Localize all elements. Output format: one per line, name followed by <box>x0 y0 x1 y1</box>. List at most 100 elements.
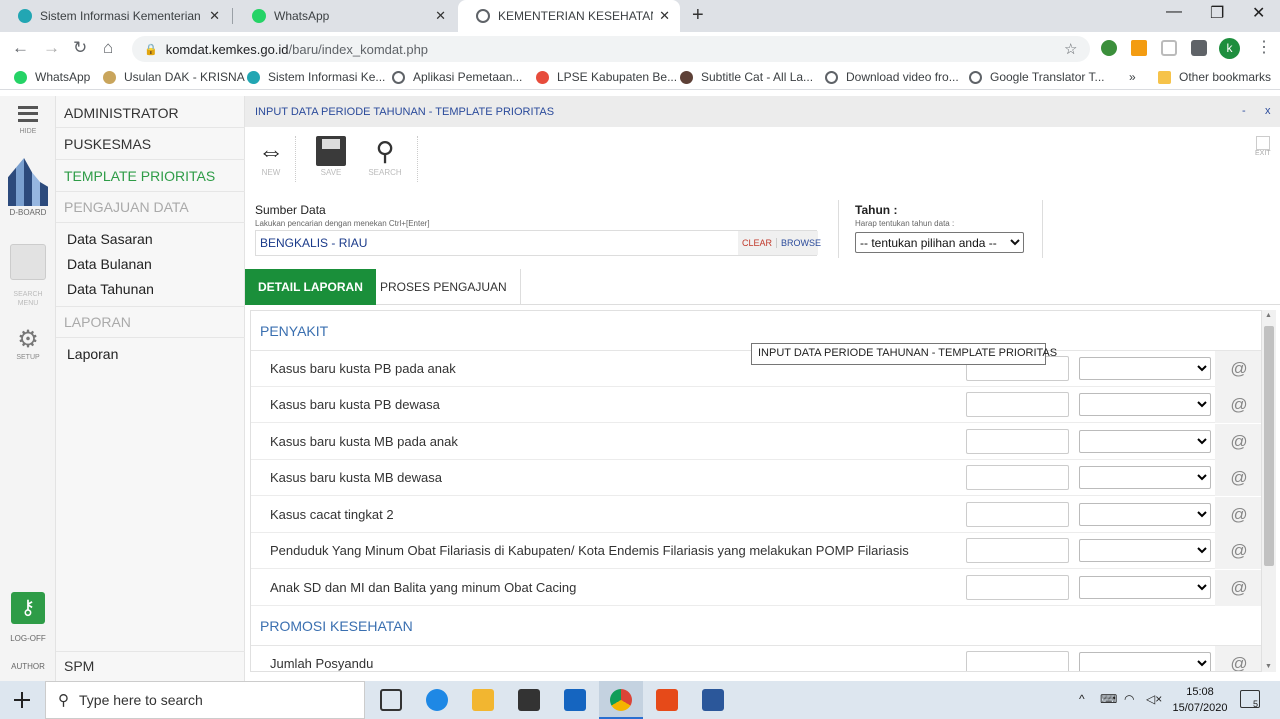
extension-audio-icon[interactable] <box>1131 40 1147 56</box>
browse-button[interactable]: BROWSE <box>776 238 825 248</box>
scroll-up-icon[interactable]: ▲ <box>1265 312 1272 319</box>
bookmark-usulan-dak[interactable]: Usulan DAK - KRISNA <box>103 70 245 84</box>
windows-start-icon[interactable] <box>14 692 30 708</box>
menu-laporan[interactable]: Laporan <box>67 346 118 362</box>
minimize-window-button[interactable]: — <box>1166 3 1182 21</box>
bookmark-lpse[interactable]: LPSE Kabupaten Be... <box>536 70 677 84</box>
status-select[interactable] <box>1079 503 1211 526</box>
status-select[interactable] <box>1079 393 1211 416</box>
at-icon[interactable]: @ <box>1215 460 1261 496</box>
at-icon[interactable]: @ <box>1215 646 1261 671</box>
store-icon[interactable] <box>518 689 540 711</box>
menu-data-bulanan[interactable]: Data Bulanan <box>67 256 152 272</box>
new-button[interactable]: ⇔ NEW <box>253 136 289 177</box>
home-icon[interactable]: ⌂ <box>103 38 113 58</box>
extension-shield-icon[interactable] <box>1161 40 1177 56</box>
menu-administrator[interactable]: ADMINISTRATOR <box>64 105 179 121</box>
value-input[interactable] <box>966 575 1069 600</box>
status-select[interactable] <box>1079 652 1211 671</box>
menu-template-prioritas[interactable]: TEMPLATE PRIORITAS <box>64 168 215 184</box>
browser-menu-icon[interactable]: ⋮ <box>1256 37 1272 57</box>
value-input[interactable] <box>966 651 1069 671</box>
save-button[interactable]: SAVE <box>313 136 349 177</box>
maximize-window-button[interactable]: ❐ <box>1210 3 1224 23</box>
status-select[interactable] <box>1079 357 1211 380</box>
tab-detail-laporan[interactable]: DETAIL LAPORAN <box>245 269 376 305</box>
profile-avatar[interactable]: k <box>1219 38 1240 59</box>
status-select[interactable] <box>1079 430 1211 453</box>
at-icon[interactable]: @ <box>1215 387 1261 423</box>
bookmark-aplikasi-pemetaan[interactable]: Aplikasi Pemetaan... <box>392 70 522 84</box>
search-menu-button[interactable]: SEARCH MENU <box>0 244 56 308</box>
status-select[interactable] <box>1079 466 1211 489</box>
at-icon[interactable]: @ <box>1215 533 1261 569</box>
task-view-icon[interactable] <box>380 689 402 711</box>
bookmark-google-translator[interactable]: Google Translator T... <box>969 70 1105 84</box>
extension-globe-icon[interactable] <box>1101 40 1117 56</box>
reload-icon[interactable]: ↻ <box>73 38 87 58</box>
scroll-down-icon[interactable]: ▼ <box>1265 663 1272 670</box>
bookmark-sistem-informasi[interactable]: Sistem Informasi Ke... <box>247 70 385 84</box>
close-tab-icon[interactable]: ✕ <box>209 8 220 24</box>
tab-proses-pengajuan[interactable]: PROSES PENGAJUAN <box>367 269 521 305</box>
close-panel-button[interactable]: x <box>1265 105 1271 117</box>
menu-data-sasaran[interactable]: Data Sasaran <box>67 231 153 247</box>
bookmark-star-icon[interactable]: ☆ <box>1064 40 1077 58</box>
close-tab-icon[interactable]: ✕ <box>435 8 446 24</box>
author-button[interactable]: AUTHOR <box>0 662 56 671</box>
value-input[interactable] <box>966 538 1069 563</box>
table-scrollbar[interactable]: ▲ ▼ <box>1262 310 1276 672</box>
status-select[interactable] <box>1079 539 1211 562</box>
more-bookmarks-button[interactable]: » <box>1129 70 1136 84</box>
menu-spm[interactable]: SPM <box>64 658 94 674</box>
tab-whatsapp[interactable]: WhatsApp ✕ <box>234 0 456 32</box>
menu-data-tahunan[interactable]: Data Tahunan <box>67 281 154 297</box>
file-explorer-icon[interactable] <box>472 689 494 711</box>
close-window-button[interactable]: ✕ <box>1252 3 1265 23</box>
tray-chevron-icon[interactable]: ^ <box>1079 692 1085 706</box>
tahun-select[interactable]: -- tentukan pilihan anda -- <box>855 232 1024 253</box>
dashboard-button[interactable]: D-BOARD <box>0 158 56 217</box>
mail-icon[interactable] <box>564 689 586 711</box>
volume-muted-icon[interactable]: ◁× <box>1146 692 1162 706</box>
minimize-panel-button[interactable]: - <box>1242 105 1246 117</box>
scrollbar-thumb[interactable] <box>1264 326 1274 566</box>
clear-button[interactable]: CLEAR <box>738 238 776 248</box>
setup-button[interactable]: ⚙ SETUP <box>0 328 56 362</box>
notifications-button[interactable]: 5 <box>1240 690 1260 709</box>
word-icon[interactable] <box>702 689 724 711</box>
exit-button[interactable]: EXIT <box>1255 136 1271 157</box>
edge-icon[interactable] <box>426 689 448 711</box>
bookmark-subtitle-cat[interactable]: Subtitle Cat - All La... <box>680 70 813 84</box>
at-icon[interactable]: @ <box>1215 351 1261 387</box>
clock[interactable]: 15:08 15/07/2020 <box>1168 684 1232 716</box>
close-tab-icon[interactable]: ✕ <box>659 8 670 24</box>
value-input[interactable] <box>966 429 1069 454</box>
at-icon[interactable]: @ <box>1215 570 1261 606</box>
menu-puskesmas[interactable]: PUSKESMAS <box>64 136 151 152</box>
hide-button[interactable]: HIDE <box>0 106 56 135</box>
chrome-taskbar-button[interactable] <box>599 681 643 719</box>
ime-icon[interactable]: ⌨ <box>1100 692 1117 706</box>
tab-kementerian[interactable]: KEMENTERIAN KESEHATAN REPU ✕ <box>458 0 680 32</box>
tab-sistem-informasi[interactable]: Sistem Informasi Kementerian Ke ✕ <box>0 0 230 32</box>
search-button[interactable]: ⚲ SEARCH <box>367 136 403 177</box>
forward-icon[interactable]: → <box>43 38 60 58</box>
bookmark-download-video[interactable]: Download video fro... <box>825 70 959 84</box>
bookmark-whatsapp[interactable]: WhatsApp <box>14 70 90 84</box>
extensions-puzzle-icon[interactable] <box>1191 40 1207 56</box>
other-bookmarks[interactable]: Other bookmarks <box>1158 70 1271 84</box>
logoff-button[interactable]: ⚷ LOG-OFF <box>0 592 56 643</box>
url-bar[interactable]: 🔒 komdat.kemkes.go.id/baru/index_komdat.… <box>132 36 1090 62</box>
back-icon[interactable]: ← <box>12 38 29 58</box>
at-icon[interactable]: @ <box>1215 497 1261 533</box>
status-select[interactable] <box>1079 576 1211 599</box>
value-input[interactable] <box>966 392 1069 417</box>
taskbar-search-box[interactable]: ⚲ Type here to search <box>45 681 365 719</box>
at-icon[interactable]: @ <box>1215 424 1261 460</box>
sumber-data-input[interactable] <box>256 231 726 255</box>
value-input[interactable] <box>966 465 1069 490</box>
wifi-icon[interactable]: ◠ <box>1124 692 1134 706</box>
value-input[interactable] <box>966 502 1069 527</box>
pdf-reader-icon[interactable] <box>656 689 678 711</box>
